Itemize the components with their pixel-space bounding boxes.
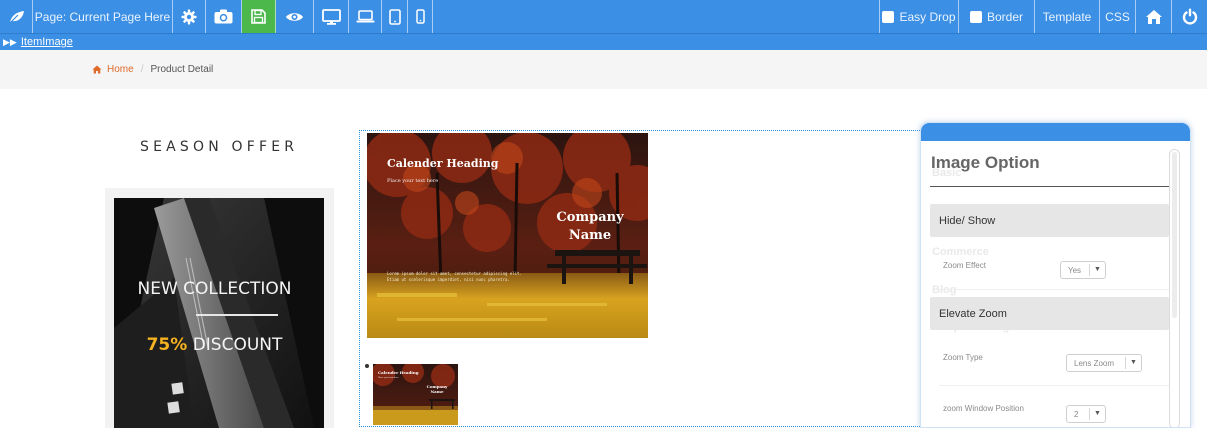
promo-divider xyxy=(196,314,278,316)
thumbnail-heading: Calender Heading xyxy=(378,370,419,375)
breadcrumb-home-label: Home xyxy=(107,64,134,75)
zoom-window-position-select[interactable]: 2 ▼ xyxy=(1066,405,1106,423)
page-root: Page: Current Page Here Easy Drop Border… xyxy=(0,0,1207,428)
page-selector[interactable]: Page: Current Page Here xyxy=(33,0,173,33)
image-option-panel: Basic Commerce Blog Template Widgets Ima… xyxy=(920,122,1191,428)
panel-scrollbar-thumb[interactable] xyxy=(1172,152,1177,318)
template-button[interactable]: Template xyxy=(1035,0,1100,33)
save-icon[interactable] xyxy=(242,0,276,33)
promo-title: NEW COLLECTION xyxy=(137,279,292,299)
eye-icon[interactable] xyxy=(276,0,314,33)
border-toggle[interactable]: Border xyxy=(959,0,1035,33)
image-heading: Calender Heading xyxy=(387,157,499,170)
easy-drop-label: Easy Drop xyxy=(899,9,956,24)
zoom-effect-value: Yes xyxy=(1068,265,1082,275)
top-toolbar: Page: Current Page Here Easy Drop Border… xyxy=(0,0,1207,33)
home-icon[interactable] xyxy=(1136,0,1172,33)
ghost-commerce-label: Commerce xyxy=(932,246,989,258)
css-button[interactable]: CSS xyxy=(1100,0,1136,33)
item-image-link[interactable]: ItemImage xyxy=(21,36,73,48)
tablet-icon[interactable] xyxy=(382,0,408,33)
section-elevate-zoom[interactable]: Elevate Zoom xyxy=(930,297,1169,330)
easy-drop-checkbox[interactable] xyxy=(882,10,895,23)
chevron-down-icon: ▼ xyxy=(1125,357,1141,369)
border-checkbox[interactable] xyxy=(969,10,982,23)
promo-discount: 75% DISCOUNT xyxy=(105,335,324,355)
css-label: CSS xyxy=(1105,9,1130,24)
item-bar: ▶▶ ItemImage xyxy=(0,33,1207,50)
chevron-down-icon: ▼ xyxy=(1089,408,1105,420)
zoom-window-position-value: 2 xyxy=(1074,409,1079,419)
template-label: Template xyxy=(1042,9,1092,24)
section-hide-show[interactable]: Hide/ Show xyxy=(930,204,1169,237)
camera-icon[interactable] xyxy=(206,0,242,33)
zoom-type-value: Lens Zoom xyxy=(1074,358,1115,368)
ghost-blog-label: Blog xyxy=(932,284,957,296)
season-offer-heading: SEASON OFFER xyxy=(140,139,299,155)
breadcrumb: Home / Product Detail xyxy=(0,50,1207,89)
home-icon xyxy=(92,65,102,74)
gear-icon[interactable] xyxy=(173,0,206,33)
promo-discount-label: DISCOUNT xyxy=(187,335,283,355)
zoom-effect-select[interactable]: Yes ▼ xyxy=(1060,261,1106,279)
zoom-effect-label: Zoom Effect xyxy=(943,261,986,270)
row-divider xyxy=(939,289,1169,290)
image-lorem-text: Lorem ipsum dolor sit amet, consectetur … xyxy=(387,271,522,282)
breadcrumb-home-link[interactable]: Home xyxy=(92,64,134,75)
double-chevron-icon: ▶▶ xyxy=(3,36,17,47)
breadcrumb-separator: / xyxy=(140,64,144,75)
image-subtext: Place your text here xyxy=(387,178,439,184)
row-divider xyxy=(939,385,1169,386)
thumbnail-bullet xyxy=(365,364,369,368)
page-label: Page: Current Page Here xyxy=(34,9,171,24)
panel-header-bar[interactable] xyxy=(921,123,1190,141)
easy-drop-toggle[interactable]: Easy Drop xyxy=(879,0,959,33)
mobile-icon[interactable] xyxy=(408,0,433,33)
panel-title-divider xyxy=(930,186,1169,187)
border-label: Border xyxy=(986,9,1024,24)
zoom-type-label: Zoom Type xyxy=(943,353,983,362)
promo-image[interactable] xyxy=(114,198,324,428)
thumbnail-company-name: Company Name xyxy=(426,384,448,394)
laptop-icon[interactable] xyxy=(349,0,382,33)
zoom-type-select[interactable]: Lens Zoom ▼ xyxy=(1066,354,1142,372)
chevron-down-icon: ▼ xyxy=(1089,264,1105,276)
promo-percent: 75% xyxy=(146,335,188,355)
image-company-name: Company Name xyxy=(556,210,624,243)
desktop-icon[interactable] xyxy=(314,0,349,33)
panel-scrollbar[interactable] xyxy=(1169,149,1180,427)
breadcrumb-current: Product Detail xyxy=(150,64,214,75)
power-icon[interactable] xyxy=(1172,0,1207,33)
thumbnail-subtext: Place your text here xyxy=(378,377,399,379)
zoom-window-position-label: zoom Window Position xyxy=(943,404,1024,413)
panel-title: Image Option xyxy=(931,153,1040,172)
